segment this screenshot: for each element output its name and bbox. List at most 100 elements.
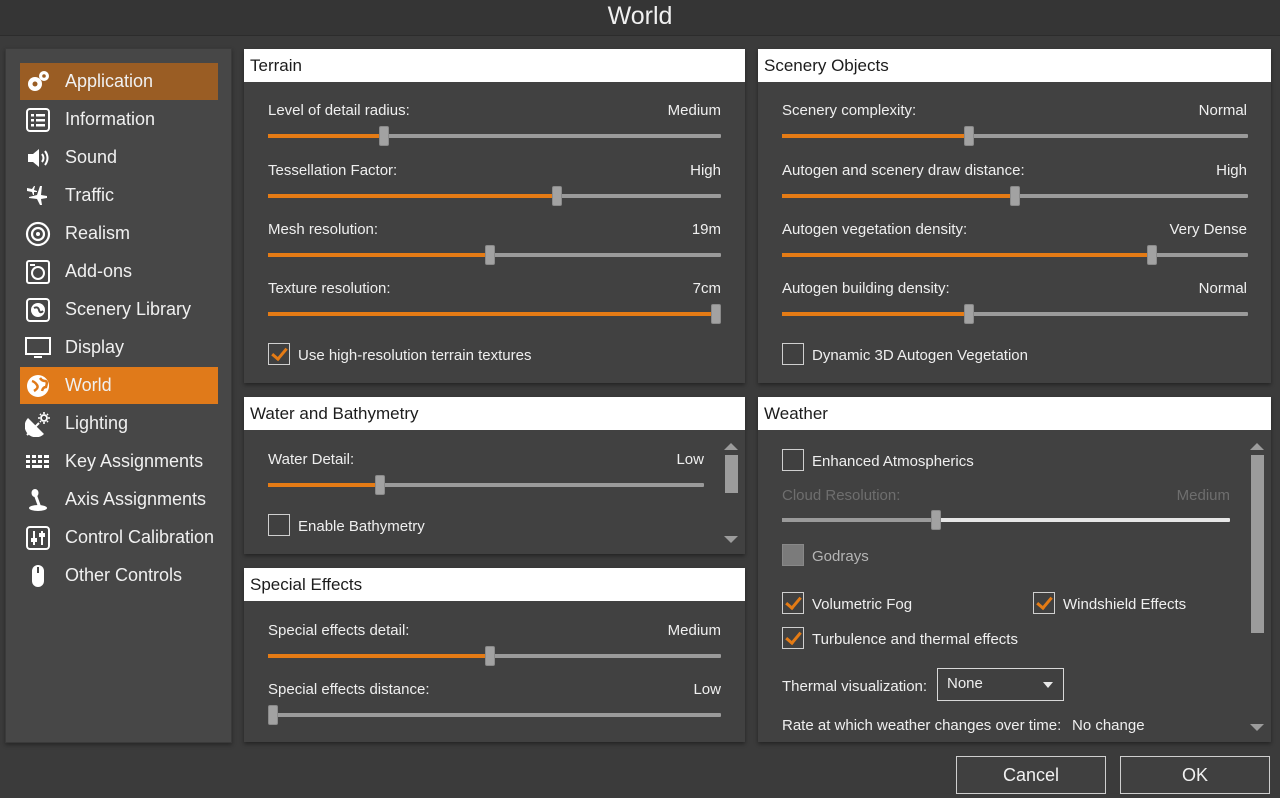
water-bathymetry-panel: Water and Bathymetry Water Detail: Low E… (244, 397, 745, 554)
sidebar-item-key-assignments[interactable]: Key Assignments (20, 443, 218, 480)
slider-thumb[interactable] (964, 126, 974, 146)
enhanced-atmospherics-checkbox[interactable] (782, 449, 804, 471)
slider-value: Low (676, 451, 704, 468)
slider-thumb[interactable] (379, 126, 389, 146)
slider-thumb[interactable] (268, 705, 278, 725)
sidebar-item-lighting[interactable]: Lighting (20, 405, 218, 442)
thermal-visualization-label: Thermal visualization: (782, 678, 928, 695)
mouse-icon (24, 562, 52, 590)
monitor-icon (24, 334, 52, 362)
scrollbar-thumb[interactable] (725, 455, 738, 493)
slider-value: 19m (691, 221, 721, 238)
vegetation-density-slider[interactable] (782, 245, 1248, 265)
texture-resolution-slider[interactable] (268, 304, 721, 324)
sidebar: Application Information Sound Traffic Re… (5, 48, 232, 743)
slider-value: Medium (667, 622, 721, 639)
slider-thumb[interactable] (485, 245, 495, 265)
checkbox-label: Dynamic 3D Autogen Vegetation (812, 347, 1028, 364)
joystick-icon (24, 486, 52, 514)
slider-value: Very Dense (1169, 221, 1247, 238)
sidebar-item-realism[interactable]: Realism (20, 215, 218, 252)
high-res-textures-checkbox[interactable] (268, 343, 290, 365)
weather-panel: Weather Enhanced Atmospherics Cloud Reso… (758, 397, 1271, 742)
scenery-library-icon (24, 296, 52, 324)
scroll-up-arrow[interactable] (1250, 443, 1264, 450)
volumetric-fog-checkbox[interactable] (782, 592, 804, 614)
slider-thumb[interactable] (485, 646, 495, 666)
slider-value: Medium (1176, 487, 1230, 504)
sidebar-item-label: Lighting (65, 413, 129, 433)
slider-value: Normal (1198, 102, 1247, 119)
turbulence-checkbox[interactable] (782, 627, 804, 649)
slider-value: 7cm (692, 280, 721, 297)
slider-thumb[interactable] (931, 510, 941, 530)
tessellation-slider[interactable] (268, 186, 721, 206)
sidebar-item-label: Application (65, 71, 154, 91)
weather-change-rate-label: Rate at which weather changes over time: (782, 717, 1062, 734)
slider-thumb[interactable] (1010, 186, 1020, 206)
speaker-icon (24, 144, 52, 172)
slider-thumb[interactable] (552, 186, 562, 206)
sidebar-item-display[interactable]: Display (20, 329, 218, 366)
slider-thumb[interactable] (964, 304, 974, 324)
slider-label: Scenery complexity: (782, 102, 917, 119)
sidebar-item-other-controls[interactable]: Other Controls (20, 557, 218, 594)
sidebar-item-label: World (65, 375, 112, 395)
sidebar-item-label: Add-ons (65, 261, 133, 281)
panel-title: Weather (758, 397, 1271, 430)
effects-detail-slider[interactable] (268, 646, 721, 666)
sliders-icon (24, 524, 52, 552)
scroll-up-arrow[interactable] (724, 443, 738, 450)
building-density-slider[interactable] (782, 304, 1248, 324)
scrollbar-thumb[interactable] (1251, 455, 1264, 633)
sidebar-item-world[interactable]: World (20, 367, 218, 404)
panel-title: Terrain (244, 49, 745, 82)
effects-distance-slider[interactable] (268, 705, 721, 725)
sidebar-item-application[interactable]: Application (20, 63, 218, 100)
sidebar-item-control-calibration[interactable]: Control Calibration (20, 519, 218, 556)
slider-label: Cloud Resolution: (782, 487, 901, 504)
sidebar-item-label: Key Assignments (65, 451, 204, 471)
scroll-down-arrow[interactable] (1250, 724, 1264, 731)
checkbox-label: Enhanced Atmospherics (812, 453, 974, 470)
checkbox-label: Turbulence and thermal effects (812, 631, 1018, 648)
sidebar-item-label: Axis Assignments (65, 489, 207, 509)
window-title: World (0, 0, 1280, 36)
cloud-resolution-slider[interactable] (782, 510, 1230, 530)
sidebar-item-label: Display (65, 337, 125, 357)
scenery-complexity-slider[interactable] (782, 126, 1248, 146)
special-effects-panel: Special Effects Special effects detail: … (244, 568, 745, 742)
slider-value: Low (693, 681, 721, 698)
sidebar-item-scenery-library[interactable]: Scenery Library (20, 291, 218, 328)
slider-thumb[interactable] (711, 304, 721, 324)
panel-title: Scenery Objects (758, 49, 1271, 82)
water-detail-slider[interactable] (268, 475, 704, 495)
godrays-checkbox[interactable] (782, 544, 804, 566)
sidebar-item-information[interactable]: Information (20, 101, 218, 138)
airplanes-icon (24, 182, 52, 210)
chevron-down-icon (1043, 682, 1053, 688)
lod-radius-slider[interactable] (268, 126, 721, 146)
slider-label: Autogen building density: (782, 280, 950, 297)
sidebar-item-axis-assignments[interactable]: Axis Assignments (20, 481, 218, 518)
bathymetry-checkbox[interactable] (268, 514, 290, 536)
mesh-resolution-slider[interactable] (268, 245, 721, 265)
slider-thumb[interactable] (1147, 245, 1157, 265)
sidebar-item-sound[interactable]: Sound (20, 139, 218, 176)
windshield-effects-checkbox[interactable] (1033, 592, 1055, 614)
ok-button[interactable]: OK (1120, 756, 1270, 794)
thermal-visualization-dropdown[interactable]: None (937, 668, 1064, 701)
terrain-panel: Terrain Level of detail radius: Medium T… (244, 49, 745, 383)
weather-change-rate-value[interactable]: No change (1072, 717, 1145, 734)
sidebar-item-label: Control Calibration (65, 527, 215, 547)
dynamic-vegetation-checkbox[interactable] (782, 343, 804, 365)
slider-thumb[interactable] (375, 475, 385, 495)
draw-distance-slider[interactable] (782, 186, 1248, 206)
scroll-down-arrow[interactable] (724, 536, 738, 543)
slider-label: Texture resolution: (268, 280, 391, 297)
sidebar-item-add-ons[interactable]: Add-ons (20, 253, 218, 290)
cancel-button[interactable]: Cancel (956, 756, 1106, 794)
sidebar-item-traffic[interactable]: Traffic (20, 177, 218, 214)
panel-title: Special Effects (244, 568, 745, 601)
sidebar-item-label: Other Controls (65, 565, 183, 585)
